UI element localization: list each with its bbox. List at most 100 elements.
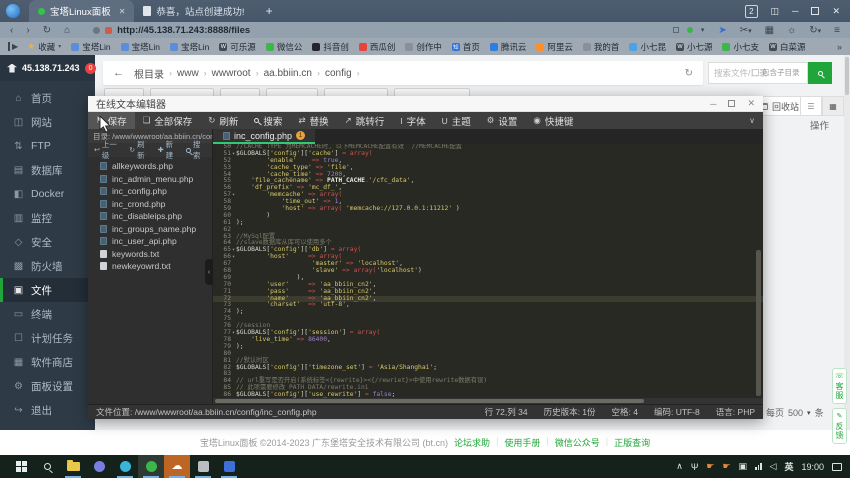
code-line[interactable]: 75 [213,316,763,323]
apps-grid-icon[interactable]: ▦ [765,25,774,36]
per-page-value[interactable]: 500 [788,408,803,418]
taskbar-search[interactable] [34,455,60,478]
code-line[interactable]: 61); [213,220,763,227]
search-button[interactable] [808,62,832,84]
editor-tab-active[interactable]: inc_config.php 1 [213,129,315,144]
code-line[interactable]: 80 [213,351,763,358]
message-badge[interactable]: 0 [85,63,97,74]
modal-maximize-icon[interactable] [728,100,735,107]
sidebar-item-home[interactable]: ⌂首页 [0,86,95,110]
checkbox-icon[interactable] [752,69,759,76]
modal-minimize-icon[interactable]: ─ [710,99,716,109]
breadcrumb-item[interactable]: aa.bbiin.cn [264,68,312,79]
breadcrumb-item[interactable]: 根目录 [134,66,164,81]
tab-close-icon[interactable]: ✕ [119,7,126,16]
bookmark-item[interactable]: 腾讯云 [490,41,527,53]
toolbar-chevron-icon[interactable]: ∨ [749,112,763,129]
volume-icon[interactable]: ◁ [770,461,777,472]
code-line[interactable]: 60 ) [213,213,763,220]
sidebar-toggle-icon[interactable]: ▶ [8,42,18,51]
file-explorer[interactable] [60,455,86,478]
tree-file-item[interactable]: inc_user_api.php [88,235,212,248]
editor-hscrollbar-thumb[interactable] [215,399,644,403]
bookmark-item[interactable]: 小七支 [722,41,759,53]
save-all-button[interactable]: ❏全部保存 [135,112,201,129]
bookmark-item[interactable]: 创作中 [405,41,442,53]
sidebar-item-ftp[interactable]: ⇅FTP [0,134,95,158]
code-line[interactable]: 78 'live_time' => 86400, [213,337,763,344]
reload-icon[interactable]: ↻ [43,25,51,36]
float-widget-客服[interactable]: ☏客服 [832,368,847,404]
bookmark-item[interactable]: ★收藏▾ [27,41,61,53]
refresh-icon[interactable]: ↻ [685,68,693,79]
sidebar-item-settings[interactable]: ⚙面板设置 [0,374,95,398]
code-line[interactable]: 62 [213,227,763,234]
tree-file-item[interactable]: inc_config.php [88,185,212,198]
tray-expand-icon[interactable]: ∧ [676,461,683,472]
tree-file-item[interactable]: allkeywords.php [88,160,212,173]
window-minimize-icon[interactable]: ─ [792,6,798,16]
start-button[interactable] [8,455,34,478]
tab-count-badge[interactable]: 2 [745,5,757,18]
password-safe-icon[interactable] [687,27,693,33]
edge-browser[interactable] [112,455,138,478]
bookmark-item[interactable]: 我的首 [583,41,620,53]
bookmark-item[interactable]: 阿里云 [536,41,573,53]
network-icon[interactable] [755,463,762,470]
goto-line-button[interactable]: ↗跳转行 [337,112,393,129]
hand-icon[interactable]: ☛ [722,461,730,472]
camera-icon[interactable]: ▣ [739,461,748,472]
bookmark-item[interactable]: W可乐源 [219,41,256,53]
bookmark-item[interactable]: 宝塔Lin [170,41,209,53]
notification-icon[interactable] [832,463,842,471]
breadcrumb-item[interactable]: wwwroot [212,68,251,79]
replace-button[interactable]: ⇄替换 [290,112,336,129]
translate-icon[interactable] [673,27,679,33]
code-line[interactable]: 59 'host' => array( 'memcache://127.0.0.… [213,206,763,213]
bookmark-item[interactable]: W白菜源 [769,41,806,53]
home-icon[interactable]: ⌂ [64,25,70,36]
code-line[interactable]: 82$GLOBALS['config']['timezone_set'] = '… [213,365,763,372]
window-maximize-icon[interactable] [811,7,819,15]
theme-button[interactable]: U主题 [434,112,479,129]
browser-logo-icon[interactable] [6,4,20,18]
scissors-icon[interactable]: ✂▾ [740,25,752,36]
menu-icon[interactable]: ≡ [834,25,840,36]
code-line[interactable]: 79); [213,344,763,351]
bookmark-item[interactable]: 宝塔Lin [121,41,160,53]
tree-file-item[interactable]: newkeyowrd.txt [88,260,212,273]
tree-file-item[interactable]: inc_disableips.php [88,210,212,223]
breadcrumb-item[interactable]: www [177,68,199,79]
bookmark-item[interactable]: 微信公 [266,41,303,53]
scrollbar-thumb[interactable] [845,57,849,95]
app-gray[interactable] [190,455,216,478]
mode-icon[interactable]: ☼ [787,25,796,36]
bookmark-item[interactable]: 小七昆 [629,41,666,53]
list-view-button[interactable]: ☰ [800,96,822,116]
sidebar-item-files[interactable]: ▣文件 [0,278,95,302]
site-info-icon[interactable] [93,27,100,34]
settings-button[interactable]: ⚙设置 [479,112,526,129]
tree-collapse-handle[interactable]: ‹ [205,259,213,285]
sidebar-item-security[interactable]: ◇安全 [0,230,95,254]
code-line[interactable]: 74); [213,309,763,316]
browser-tab-active[interactable]: 宝塔Linux面板 ✕ [29,0,134,22]
hand-icon[interactable]: ☛ [706,461,714,472]
cloud-app[interactable]: ☁ [164,455,190,478]
sidebar-item-cron[interactable]: ☐计划任务 [0,326,95,350]
sidebar-item-docker[interactable]: ◧Docker [0,182,95,206]
app-purple[interactable] [86,455,112,478]
window-close-icon[interactable]: ✕ [832,6,840,17]
footer-link[interactable]: 微信公众号 [555,436,600,449]
tree-file-item[interactable]: inc_groups_name.php [88,223,212,236]
include-subdir-checkbox[interactable]: 包含子目录 [752,67,800,78]
history-icon[interactable]: ↻▾ [809,25,821,36]
back-arrow-icon[interactable]: ← [113,67,124,79]
modal-close-icon[interactable]: ✕ [747,98,755,109]
app-blue[interactable] [216,455,242,478]
mic-icon[interactable]: Ψ [691,462,699,472]
bookmark-item[interactable]: 宝塔Lin [71,41,110,53]
chevron-down-icon[interactable]: ▾ [807,409,811,417]
bookmark-item[interactable]: W小七源 [676,41,713,53]
bookmark-item[interactable]: 知首页 [452,41,480,53]
